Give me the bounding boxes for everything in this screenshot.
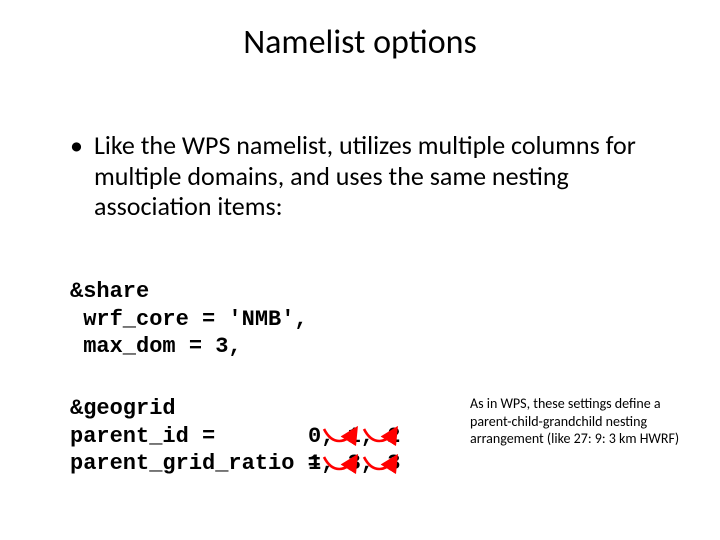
body-text-block: • Like the WPS namelist, utilizes multip… (70, 130, 670, 222)
slide: Namelist options • Like the WPS namelist… (0, 0, 720, 540)
code-geogrid-keys: &geogrid parent_id = parent_grid_ratio = (70, 395, 321, 478)
bullet-text: Like the WPS namelist, utilizes multiple… (94, 130, 670, 222)
slide-title: Namelist options (0, 22, 720, 63)
bullet-marker: • (70, 130, 94, 161)
code-share-section: &share wrf_core = 'NMB', max_dom = 3, (70, 278, 308, 361)
annotation-text: As in WPS, these settings define a paren… (470, 395, 695, 448)
bullet-item: • Like the WPS namelist, utilizes multip… (70, 130, 670, 222)
code-geogrid-values: 0, 1, 2 1, 3, 3 (308, 395, 400, 478)
